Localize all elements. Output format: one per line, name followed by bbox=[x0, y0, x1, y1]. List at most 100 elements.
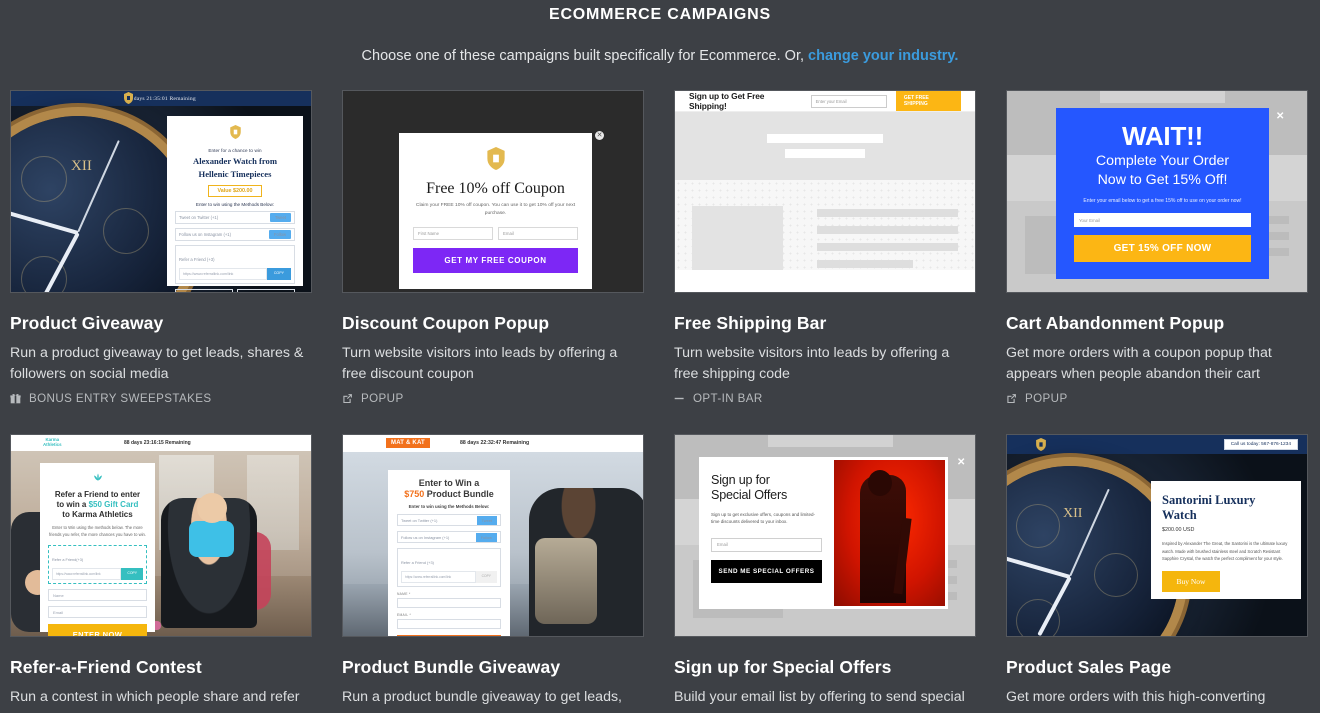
get-discount-button[interactable]: GET 15% OFF NOW bbox=[1074, 235, 1251, 262]
watch-numeral: VI bbox=[1054, 636, 1069, 637]
campaign-card-product-giveaway[interactable]: 88 days 21:35:01 Remaining IX XII VI bbox=[10, 90, 312, 405]
campaign-card-special-offers[interactable]: ✕ Sign up for Special Offers Sign up to … bbox=[674, 434, 976, 708]
refer-url-field[interactable]: https://www.referrallink.com/link bbox=[401, 571, 476, 583]
modal-headline-2: Special Offers bbox=[711, 488, 788, 502]
campaign-thumbnail[interactable]: Karma Athletics 88 days 23:16:15 Remaini… bbox=[10, 434, 312, 637]
campaign-thumbnail[interactable]: ✕ WAIT!! Complete Your Order Now to Get … bbox=[1006, 90, 1308, 293]
giveaway-countdown-bar: 88 days 21:35:01 Remaining bbox=[11, 91, 311, 106]
enter-now-button[interactable]: ENTER NOW bbox=[397, 635, 501, 636]
email-input[interactable]: Email bbox=[48, 606, 147, 618]
card-tag-label: OPT-IN BAR bbox=[693, 392, 763, 405]
campaign-thumbnail[interactable]: Sign up to Get Free Shipping! Enter your… bbox=[674, 90, 976, 293]
external-link-icon bbox=[343, 394, 352, 404]
refer-row: https://www.referrallink.com/link COPY bbox=[401, 571, 497, 583]
name-input[interactable]: Name bbox=[48, 589, 147, 601]
special-offers-modal: Sign up for Special Offers Sign up to ge… bbox=[699, 457, 948, 609]
campaign-thumbnail[interactable]: ✕ Sign up for Special Offers Sign up to … bbox=[674, 434, 976, 637]
card-title: Product Sales Page bbox=[1006, 657, 1172, 677]
brand-logo-line-2: Athletics bbox=[43, 441, 62, 447]
giveaway-form-panel: Enter for a chance to win Alexander Watc… bbox=[167, 116, 303, 292]
modal-image bbox=[834, 460, 945, 606]
refer-friend-method: Refer a Friend (+3) https://www.referral… bbox=[175, 245, 295, 284]
twitter-entry-method[interactable]: Tweet on Twitter (+1) Tweet bbox=[397, 514, 501, 526]
placeholder-block bbox=[1100, 91, 1225, 103]
refer-friend-preview: Karma Athletics 88 days 23:16:15 Remaini… bbox=[11, 435, 311, 636]
campaign-card-refer-a-friend-contest[interactable]: Karma Athletics 88 days 23:16:15 Remaini… bbox=[10, 434, 312, 708]
person-top bbox=[189, 521, 234, 557]
instagram-entry-method[interactable]: Follow us on Instagram (+1) Follow bbox=[175, 228, 295, 241]
sales-top-bar: Call us today: 567-876-1234 bbox=[1007, 435, 1307, 454]
campaign-card-free-shipping-bar[interactable]: Sign up to Get Free Shipping! Enter your… bbox=[674, 90, 976, 405]
lotus-icon bbox=[93, 473, 102, 481]
twitter-entry-method[interactable]: Tweet on Twitter (+1) Tweet bbox=[175, 211, 295, 224]
get-coupon-button[interactable]: GET MY FREE COUPON bbox=[413, 248, 578, 273]
card-tag: OPT-IN BAR bbox=[674, 392, 976, 405]
coupon-fields: First Name Email bbox=[413, 227, 578, 240]
refer-url-field[interactable]: https://www.referrallink.com/link bbox=[179, 268, 267, 280]
refer-label: Refer a Friend (+3) bbox=[179, 257, 215, 262]
optin-bar: Sign up to Get Free Shipping! Enter your… bbox=[675, 91, 975, 112]
follow-button[interactable]: Follow bbox=[268, 230, 291, 239]
card-description: Run a contest in which people share and … bbox=[10, 689, 300, 705]
close-icon[interactable]: ✕ bbox=[595, 131, 604, 140]
product-bundle-preview: MAT & KAT 88 days 22:32:47 Remaining Ent… bbox=[343, 435, 643, 636]
product-sales-preview: Call us today: 567-876-1234 IX XII VI bbox=[1007, 435, 1307, 636]
headline-line-2: $750 Product Bundle bbox=[397, 489, 501, 500]
watch-hand bbox=[11, 206, 79, 235]
copy-button[interactable]: COPY bbox=[475, 571, 497, 583]
email-input[interactable]: Email bbox=[711, 537, 822, 552]
send-offers-button[interactable]: SEND ME SPECIAL OFFERS bbox=[711, 559, 822, 583]
campaign-card-product-bundle-giveaway[interactable]: MAT & KAT 88 days 22:32:47 Remaining Ent… bbox=[342, 434, 644, 708]
follow-button[interactable]: Follow bbox=[475, 532, 497, 542]
card-description: Build your email list by offering to sen… bbox=[674, 689, 965, 705]
campaign-thumbnail[interactable]: ✕ Free 10% off Coupon Claim your FREE 10… bbox=[342, 90, 644, 293]
copy-button[interactable]: COPY bbox=[121, 568, 143, 580]
name-input[interactable]: Name bbox=[175, 289, 233, 292]
giveaway-hero: IX XII VI Enter for a chance to win Ale bbox=[11, 106, 311, 292]
email-input[interactable] bbox=[397, 619, 501, 629]
card-tag: POPUP bbox=[342, 392, 644, 405]
cart-abandonment-preview: ✕ WAIT!! Complete Your Order Now to Get … bbox=[1007, 91, 1307, 292]
email-input[interactable]: Email bbox=[237, 289, 295, 292]
coupon-paragraph: Claim your FREE 10% off coupon. You can … bbox=[415, 203, 576, 216]
campaign-thumbnail[interactable]: MAT & KAT 88 days 22:32:47 Remaining Ent… bbox=[342, 434, 644, 637]
countdown-text: 88 days 22:32:47 Remaining bbox=[460, 440, 530, 446]
placeholder-line bbox=[767, 134, 883, 143]
email-input[interactable]: Enter your Email bbox=[810, 94, 887, 108]
copy-button[interactable]: COPY bbox=[266, 268, 291, 280]
email-input[interactable]: Your Email bbox=[1074, 213, 1251, 227]
name-input[interactable] bbox=[397, 598, 501, 608]
product-description: Inspired by Alexander The Great, the San… bbox=[1162, 541, 1288, 562]
close-icon[interactable]: ✕ bbox=[957, 457, 965, 468]
get-free-shipping-button[interactable]: GET FREE SHIPPING bbox=[895, 91, 961, 111]
tweet-button[interactable]: Tweet bbox=[269, 213, 291, 222]
contest-form-panel: Refer a Friend to enter to win a $50 Gif… bbox=[40, 463, 155, 636]
card-title: Discount Coupon Popup bbox=[342, 313, 550, 333]
first-name-input[interactable]: First Name bbox=[413, 227, 493, 240]
campaign-card-cart-abandonment-popup[interactable]: ✕ WAIT!! Complete Your Order Now to Get … bbox=[1006, 90, 1308, 405]
enter-now-button[interactable]: ENTER NOW bbox=[48, 624, 147, 636]
external-link-icon bbox=[1007, 394, 1016, 404]
email-input[interactable]: Email bbox=[498, 227, 578, 240]
brand-logo: Karma Athletics bbox=[43, 437, 62, 447]
twitter-method-label: Tweet on Twitter (+1) bbox=[401, 517, 438, 523]
headline-line-1: Refer a Friend to enter bbox=[54, 490, 141, 499]
instagram-entry-method[interactable]: Follow us on Instagram (+1) Follow bbox=[397, 531, 501, 543]
card-title: Sign up for Special Offers bbox=[674, 657, 892, 677]
person-head bbox=[197, 493, 227, 523]
campaign-thumbnail[interactable]: Call us today: 567-876-1234 IX XII VI bbox=[1006, 434, 1308, 637]
campaign-card-product-sales-page[interactable]: Call us today: 567-876-1234 IX XII VI bbox=[1006, 434, 1308, 708]
campaign-thumbnail[interactable]: 88 days 21:35:01 Remaining IX XII VI bbox=[10, 90, 312, 293]
change-industry-link[interactable]: change your industry. bbox=[808, 48, 958, 64]
tweet-button[interactable]: Tweet bbox=[476, 515, 497, 525]
subtitle-text: Choose one of these campaigns built spec… bbox=[361, 48, 809, 64]
buy-now-button[interactable]: Buy Now bbox=[1162, 570, 1220, 592]
modal-paragraph: Enter your email below to get a free 15%… bbox=[1083, 198, 1242, 204]
close-icon[interactable]: ✕ bbox=[1276, 111, 1284, 122]
campaign-card-discount-coupon-popup[interactable]: ✕ Free 10% off Coupon Claim your FREE 10… bbox=[342, 90, 644, 405]
brand-logo: MAT & KAT bbox=[386, 438, 430, 448]
refer-url-field[interactable]: https://www.referrallink.com/link bbox=[52, 568, 122, 580]
name-label: NAME * bbox=[397, 592, 411, 596]
placeholder-block bbox=[768, 435, 893, 447]
card-description: Get more orders with a coupon popup that… bbox=[1006, 345, 1272, 382]
